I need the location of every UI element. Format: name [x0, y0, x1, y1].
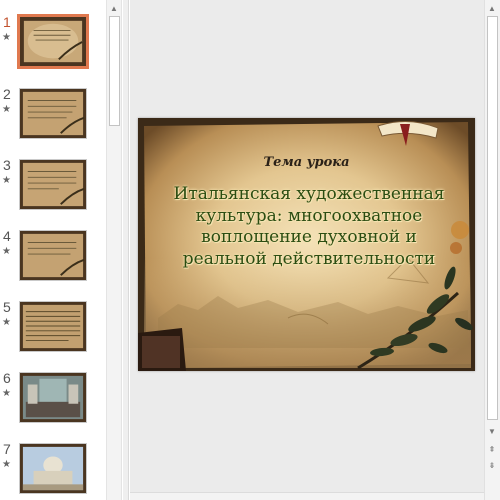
thumbnail-row-3[interactable]: 3 ★: [0, 157, 104, 219]
thumbnail-row-1[interactable]: 1 ★: [0, 14, 104, 76]
current-slide-canvas[interactable]: Тема урока Итальянская художественная ку…: [138, 118, 475, 371]
slide-number: 2: [3, 86, 11, 102]
thumbnail-scrollbar-thumb[interactable]: [109, 16, 120, 126]
parchment-thumbnail-image: [20, 302, 86, 351]
slide-number: 1: [3, 14, 11, 30]
animation-star-icon: ★: [2, 246, 11, 257]
slide-number: 3: [3, 157, 11, 173]
slide-number: 5: [3, 299, 11, 315]
panel-splitter[interactable]: [123, 0, 129, 500]
animation-star-icon: ★: [2, 388, 11, 399]
slide-title-line: реальной действительности: [182, 248, 436, 269]
scroll-up-arrow-icon[interactable]: ▲: [485, 1, 499, 15]
thumbnail-row-7[interactable]: 7 ★: [0, 441, 104, 500]
slide-thumbnail-5[interactable]: [19, 301, 87, 352]
parchment-thumbnail-image: [20, 89, 86, 138]
thumbnail-row-2[interactable]: 2 ★: [0, 86, 104, 148]
scroll-up-arrow-icon[interactable]: ▲: [107, 1, 121, 15]
parchment-thumbnail-image: [20, 231, 86, 280]
animation-star-icon: ★: [2, 317, 11, 328]
parchment-thumbnail-image: [20, 160, 86, 209]
slide-thumbnail-6[interactable]: [19, 372, 87, 423]
slide-editor-area: Тема урока Итальянская художественная ку…: [130, 0, 484, 500]
interior-photo-thumbnail-image: [20, 373, 86, 422]
slide-thumbnail-4[interactable]: [19, 230, 87, 281]
next-slide-icon[interactable]: ⇟: [485, 458, 499, 472]
presentation-editor-window: 1 ★ 2 ★ 3 ★ 4 ★ 5 ★ 6 ★ 7 ★ ▲ Тема урока…: [0, 0, 500, 500]
animation-star-icon: ★: [2, 104, 11, 115]
parchment-thumbnail-image: [20, 17, 86, 66]
cathedral-photo-thumbnail-image: [20, 444, 86, 493]
animation-star-icon: ★: [2, 175, 11, 186]
editor-scrollbar-thumb[interactable]: [487, 16, 498, 420]
slide-title[interactable]: Итальянская художественная культура: мно…: [162, 184, 456, 270]
slide-title-line: Итальянская художественная: [173, 184, 445, 204]
scroll-down-arrow-icon[interactable]: ▼: [485, 424, 499, 438]
slide-number: 4: [3, 228, 11, 244]
slide-thumbnail-2[interactable]: [19, 88, 87, 139]
slide-title-line: воплощение духовной и: [201, 227, 417, 247]
animation-star-icon: ★: [2, 459, 11, 470]
slide-number: 6: [3, 370, 11, 386]
slide-thumbnail-1[interactable]: [17, 14, 89, 69]
previous-slide-icon[interactable]: ⇞: [485, 442, 499, 456]
slide-subtitle[interactable]: Тема урока: [138, 155, 475, 170]
slide-thumbnail-3[interactable]: [19, 159, 87, 210]
editor-scrollbar[interactable]: ▲ ▼ ⇞ ⇟: [484, 0, 500, 500]
thumbnail-row-5[interactable]: 5 ★: [0, 299, 104, 361]
thumbnail-scrollbar[interactable]: ▲: [106, 0, 122, 500]
slide-number: 7: [3, 441, 11, 457]
animation-star-icon: ★: [2, 32, 11, 43]
slide-thumbnail-7[interactable]: [19, 443, 87, 494]
thumbnail-row-6[interactable]: 6 ★: [0, 370, 104, 432]
editor-bottom-edge: [130, 492, 484, 500]
thumbnail-row-4[interactable]: 4 ★: [0, 228, 104, 290]
slide-title-line: культура: многоохватное: [195, 205, 423, 226]
slide-thumbnail-panel: 1 ★ 2 ★ 3 ★ 4 ★ 5 ★ 6 ★ 7 ★: [0, 0, 104, 500]
